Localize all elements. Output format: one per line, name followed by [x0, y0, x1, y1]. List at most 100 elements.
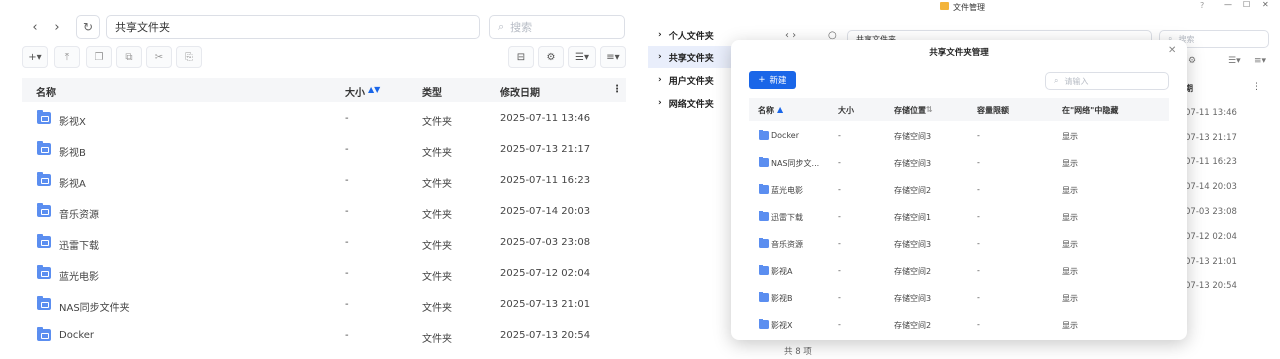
bg-date: 07-03 23:08	[1185, 207, 1237, 217]
table-row[interactable]: 影视B - 文件夹 2025-07-13 21:17	[22, 135, 626, 166]
dialog-row[interactable]: 蓝光电影 - 存储空间2 - 显示	[749, 176, 1169, 203]
bg-more-icon[interactable]: ⋮	[1252, 82, 1261, 92]
row-hide: 显示	[1062, 159, 1078, 168]
refresh-button[interactable]: ↻	[76, 15, 100, 39]
col-quota[interactable]: 容量限额	[977, 105, 1009, 116]
dialog-row[interactable]: Docker - 存储空间3 - 显示	[749, 122, 1169, 149]
col-type[interactable]: 类型	[422, 84, 442, 99]
row-name: 迅雷下载	[771, 213, 803, 222]
window-title: 文件管理	[953, 3, 985, 12]
dialog-row[interactable]: 影视A - 存储空间2 - 显示	[749, 257, 1169, 284]
row-name: 影视A	[59, 179, 86, 190]
shared-folder-dialog: 共享文件夹管理 ✕ + 新建 ⌕ 请输入 名称 ▲ 大小 存储位置 ⇅ 容量限额…	[731, 40, 1187, 340]
minimize-icon[interactable]: —	[1224, 0, 1232, 9]
bg-settings-icon[interactable]: ⚙	[1188, 56, 1196, 66]
folder-icon	[37, 327, 51, 341]
dialog-search-input[interactable]: ⌕ 请输入	[1045, 72, 1169, 90]
search-input[interactable]: ⌕ 搜索	[489, 15, 625, 39]
settings-button[interactable]: ⚙	[538, 46, 564, 68]
new-button[interactable]: +▾	[22, 46, 48, 68]
rename-button[interactable]: ⎘	[176, 46, 202, 68]
row-type: 文件夹	[422, 179, 452, 190]
row-name: 影视X	[59, 117, 86, 128]
dialog-row[interactable]: 影视X - 存储空间2 - 显示	[749, 311, 1169, 338]
bg-date: 07-13 21:17	[1185, 133, 1237, 143]
row-quota: -	[977, 239, 980, 248]
table-row[interactable]: 蓝光电影 - 文件夹 2025-07-12 02:04	[22, 259, 626, 290]
cut-icon: ✂	[154, 51, 164, 63]
col-name[interactable]: 名称	[36, 84, 56, 99]
row-name: 影视B	[59, 148, 86, 159]
close-icon[interactable]: ✕	[1168, 45, 1176, 56]
path-bar[interactable]: 共享文件夹	[106, 15, 480, 39]
row-name: 影视B	[771, 294, 793, 303]
table-row[interactable]: 影视A - 文件夹 2025-07-11 16:23	[22, 166, 626, 197]
row-name: 音乐资源	[771, 240, 803, 249]
row-storage: 存储空间3	[894, 132, 932, 141]
row-storage: 存储空间2	[894, 321, 932, 330]
col-hide[interactable]: 在"网络"中隐藏	[1062, 105, 1118, 116]
col-size[interactable]: 大小	[345, 84, 365, 99]
row-hide: 显示	[1062, 321, 1078, 330]
row-type: 文件夹	[422, 241, 452, 252]
row-storage: 存储空间2	[894, 186, 932, 195]
new-folder-button[interactable]: + 新建	[749, 71, 796, 89]
sort-button[interactable]: ≡▾	[600, 46, 626, 68]
dialog-title: 共享文件夹管理	[929, 48, 989, 58]
upload-button[interactable]: ⤒	[54, 46, 80, 68]
sidebar-label: 网络文件夹	[668, 99, 714, 110]
col-modified[interactable]: 修改日期	[500, 84, 540, 99]
table-row[interactable]: Docker - 文件夹 2025-07-13 20:54	[22, 321, 626, 352]
dialog-row[interactable]: 影视B - 存储空间3 - 显示	[749, 284, 1169, 311]
row-storage: 存储空间3	[894, 240, 932, 249]
row-name: 蓝光电影	[59, 272, 99, 283]
col-size[interactable]: 大小	[838, 105, 854, 116]
title-bar: 文件管理 ? — ☐ ✕	[640, 0, 1280, 14]
chevron-right-icon: ›	[658, 98, 662, 108]
folder-icon	[37, 234, 51, 248]
row-name: 音乐资源	[59, 210, 99, 221]
folder-icon	[759, 210, 769, 221]
bg-sort-icon[interactable]: ≡▾	[1254, 56, 1266, 66]
col-storage[interactable]: 存储位置	[894, 105, 926, 116]
view-mode-button[interactable]: ☰▾	[568, 46, 596, 68]
help-icon[interactable]: ?	[1200, 1, 1204, 10]
row-type: 文件夹	[422, 272, 452, 283]
row-modified: 2025-07-13 21:01	[500, 299, 591, 310]
table-row[interactable]: 影视X - 文件夹 2025-07-11 13:46	[22, 104, 626, 135]
row-hide: 显示	[1062, 294, 1078, 303]
row-size: -	[838, 212, 841, 221]
bg-date: 07-11 13:46	[1185, 108, 1237, 118]
bg-date: 07-14 20:03	[1185, 182, 1237, 192]
upload-icon: ⤒	[64, 51, 70, 63]
copy-button[interactable]: ❐	[86, 46, 112, 68]
row-modified: 2025-07-11 13:46	[500, 113, 591, 124]
more-icon[interactable]: ⋮	[612, 84, 622, 95]
row-quota: -	[977, 158, 980, 167]
copy-icon: ❐	[94, 51, 104, 63]
close-icon[interactable]: ✕	[1262, 0, 1269, 9]
row-hide: 显示	[1062, 186, 1078, 195]
maximize-icon[interactable]: ☐	[1243, 0, 1250, 9]
dialog-row[interactable]: NAS同步文... - 存储空间3 - 显示	[749, 149, 1169, 176]
table-row[interactable]: 音乐资源 - 文件夹 2025-07-14 20:03	[22, 197, 626, 228]
back-button[interactable]: ‹	[24, 16, 46, 38]
row-size: -	[838, 239, 841, 248]
filter-icon[interactable]: ⇅	[926, 105, 933, 114]
forward-button[interactable]: ›	[46, 16, 68, 38]
folder-icon	[37, 172, 51, 186]
table-row[interactable]: 迅雷下载 - 文件夹 2025-07-03 23:08	[22, 228, 626, 259]
paste-button[interactable]: ⧉	[116, 46, 142, 68]
task-button[interactable]: ⊟	[508, 46, 534, 68]
row-size: -	[838, 266, 841, 275]
plus-icon: +▾	[28, 51, 42, 63]
dialog-search-placeholder: 请输入	[1064, 76, 1089, 86]
dialog-row[interactable]: 迅雷下载 - 存储空间1 - 显示	[749, 203, 1169, 230]
cut-button[interactable]: ✂	[146, 46, 172, 68]
table-row[interactable]: NAS同步文件夹 - 文件夹 2025-07-13 21:01	[22, 290, 626, 321]
dialog-row[interactable]: 音乐资源 - 存储空间3 - 显示	[749, 230, 1169, 257]
bg-list-view-icon[interactable]: ☰▾	[1228, 56, 1241, 66]
sort-icon: ≡▾	[606, 51, 620, 63]
chevron-right-icon: ›	[658, 75, 662, 85]
col-name[interactable]: 名称	[758, 105, 774, 116]
